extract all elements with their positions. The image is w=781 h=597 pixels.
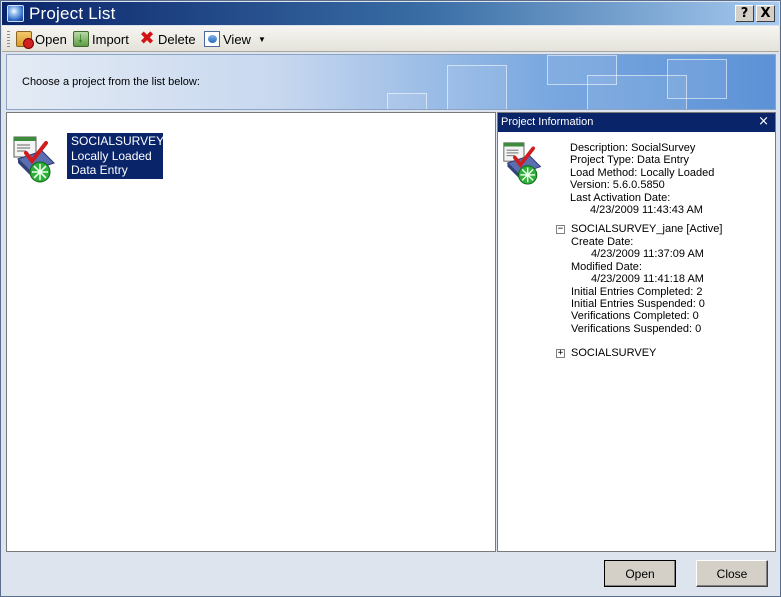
project-details: Description: SocialSurvey Project Type: … (570, 142, 775, 216)
toolbar-delete-label: Delete (158, 31, 196, 47)
version-detail: Version: 5.6.0.5850 (570, 179, 665, 192)
project-node-name: SOCIALSURVEY (571, 347, 657, 359)
modified-date-label: Modified Date: (571, 260, 642, 273)
toolbar: Open Import ✖ Delete View ▼ (2, 26, 779, 52)
toolbar-view-button[interactable]: View ▼ (204, 30, 266, 48)
verifications-suspended: Verifications Suspended: 0 (571, 322, 702, 335)
delete-icon: ✖ (139, 28, 155, 49)
project-type: Data Entry (71, 163, 128, 177)
banner-decoration (387, 93, 427, 109)
close-window-button[interactable]: X (756, 5, 775, 22)
close-icon[interactable]: × (758, 114, 769, 129)
initial-entries-suspended: Initial Entries Suspended: 0 (571, 298, 705, 311)
chevron-down-icon: ▼ (257, 34, 266, 44)
project-information-title: Project Information (501, 116, 594, 128)
data-entry-project-icon (13, 136, 55, 183)
toolbar-delete-button[interactable]: ✖ Delete (139, 28, 196, 49)
toolbar-open-label: Open (35, 31, 67, 47)
last-activation-label: Last Activation Date: (570, 191, 671, 204)
create-date-label: Create Date: (571, 236, 634, 248)
project-information-header: Project Information × (498, 113, 775, 132)
toolbar-import-button[interactable]: Import (73, 29, 129, 48)
open-project-icon (16, 31, 34, 49)
collapse-icon[interactable]: − (556, 224, 565, 234)
close-button[interactable]: Close (696, 560, 768, 587)
create-date-value: 4/23/2009 11:37:09 AM (591, 248, 704, 261)
session-details: Create Date: 4/23/2009 11:37:09 AM Modif… (571, 236, 771, 335)
data-entry-project-icon (503, 142, 542, 185)
project-information-pane: Project Information × Description: Socia… (497, 112, 776, 552)
modified-date-value: 4/23/2009 11:41:18 AM (591, 273, 704, 286)
initial-entries-completed: Initial Entries Completed: 2 (571, 285, 703, 298)
import-icon (73, 29, 89, 47)
view-icon (204, 31, 220, 47)
project-item-labels[interactable]: SOCIALSURVEY Locally Loaded Data Entry (67, 133, 165, 179)
project-description: Description: SocialSurvey (570, 142, 696, 154)
banner-decoration (447, 65, 507, 109)
session-name: SOCIALSURVEY_jane [Active] (571, 223, 723, 235)
expand-icon[interactable]: + (556, 348, 565, 358)
project-list-pane[interactable]: SOCIALSURVEY Locally Loaded Data Entry (6, 112, 496, 552)
last-activation-value: 4/23/2009 11:43:43 AM (590, 204, 703, 217)
choose-project-prompt: Choose a project from the list below: (22, 76, 200, 88)
banner-decoration (667, 59, 727, 99)
toolbar-import-label: Import (92, 31, 129, 47)
toolbar-grip[interactable] (7, 31, 10, 47)
help-button[interactable]: ? (735, 5, 754, 22)
window-title: Project List (29, 4, 116, 23)
project-type-detail: Project Type: Data Entry (570, 154, 690, 167)
app-icon (7, 5, 24, 22)
session-tree-node[interactable]: − SOCIALSURVEY_jane [Active] (556, 223, 722, 235)
open-button[interactable]: Open (604, 560, 676, 587)
toolbar-view-label: View (223, 31, 251, 47)
verifications-completed: Verifications Completed: 0 (571, 310, 699, 323)
title-bar[interactable]: Project List ? X (2, 2, 779, 25)
project-tree-node[interactable]: + SOCIALSURVEY (556, 347, 656, 359)
project-name: SOCIALSURVEY (71, 134, 165, 148)
header-banner: Choose a project from the list below: (6, 54, 776, 110)
project-load-status: Locally Loaded (71, 148, 152, 163)
project-list-window: Project List ? X Open Import ✖ Delete Vi… (0, 0, 781, 597)
load-method-detail: Load Method: Locally Loaded (570, 166, 715, 179)
toolbar-open-button[interactable]: Open (16, 30, 67, 49)
